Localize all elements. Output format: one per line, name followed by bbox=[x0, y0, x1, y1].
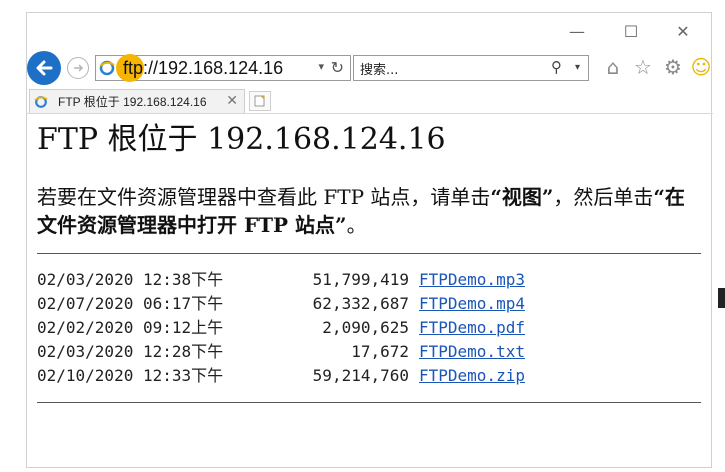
tab-label: FTP 根位于 192.168.124.16 bbox=[58, 95, 207, 109]
maximize-icon: ☐ bbox=[623, 21, 639, 41]
instr-text-1: 若要在文件资源管理器中查看此 FTP 站点，请单击 bbox=[37, 185, 491, 209]
chevron-down-icon[interactable]: ▾ bbox=[318, 60, 324, 73]
instr-bold-view: “视图” bbox=[490, 185, 554, 209]
file-size: 59,214,760 bbox=[312, 366, 409, 385]
instructions-text: 若要在文件资源管理器中查看此 FTP 站点，请单击“视图”，然后单击“在文件资源… bbox=[37, 183, 701, 239]
divider-top bbox=[37, 253, 701, 254]
forward-button[interactable] bbox=[67, 57, 89, 79]
file-date: 02/07/2020 06:17下午 bbox=[37, 294, 224, 313]
page-content: FTP 根位于 192.168.124.16 若要在文件资源管理器中查看此 FT… bbox=[37, 117, 701, 403]
back-button[interactable] bbox=[27, 51, 61, 85]
file-row: 02/07/2020 06:17下午 62,332,687 FTPDemo.mp… bbox=[37, 292, 701, 316]
search-placeholder: 搜索... bbox=[360, 62, 399, 78]
browser-window: — ☐ ✕ ftp://192.168.124.16 ▾ ↻ 搜索... ⚲ ▾… bbox=[26, 12, 713, 468]
file-size: 62,332,687 bbox=[312, 294, 409, 313]
file-row: 02/03/2020 12:28下午 17,672 FTPDemo.txt bbox=[37, 340, 701, 364]
new-tab-icon bbox=[254, 95, 265, 107]
file-date: 02/02/2020 09:12上午 bbox=[37, 318, 224, 337]
file-date: 02/03/2020 12:28下午 bbox=[37, 342, 224, 361]
file-link[interactable]: FTPDemo.mp4 bbox=[419, 294, 525, 313]
smiley-icon[interactable]: ☺ bbox=[687, 53, 715, 81]
close-button[interactable]: ✕ bbox=[663, 17, 703, 45]
file-size: 51,799,419 bbox=[312, 270, 409, 289]
ie-tab-icon bbox=[34, 95, 48, 108]
file-link[interactable]: FTPDemo.pdf bbox=[419, 318, 525, 337]
file-link[interactable]: FTPDemo.txt bbox=[419, 342, 525, 361]
file-link[interactable]: FTPDemo.mp3 bbox=[419, 270, 525, 289]
file-row: 02/03/2020 12:38下午 51,799,419 FTPDemo.mp… bbox=[37, 268, 701, 292]
star-icon[interactable]: ☆ bbox=[629, 53, 657, 81]
search-input[interactable]: 搜索... ⚲ ▾ bbox=[353, 55, 589, 81]
file-size: 2,090,625 bbox=[322, 318, 409, 337]
file-listing: 02/03/2020 12:38下午 51,799,419 FTPDemo.mp… bbox=[37, 268, 701, 388]
file-size: 17,672 bbox=[351, 342, 409, 361]
chevron-down-icon[interactable]: ▾ bbox=[575, 62, 580, 73]
instr-text-3: 。 bbox=[346, 213, 367, 237]
home-icon[interactable]: ⌂ bbox=[599, 53, 627, 81]
ie-page-icon bbox=[99, 60, 115, 76]
instr-text-2: ，然后单击 bbox=[553, 185, 654, 209]
file-date: 02/03/2020 12:38下午 bbox=[37, 270, 224, 289]
file-link[interactable]: FTPDemo.zip bbox=[419, 366, 525, 385]
tab-ftp-root[interactable]: FTP 根位于 192.168.124.16 ✕ bbox=[29, 89, 245, 113]
file-date: 02/10/2020 12:33下午 bbox=[37, 366, 224, 385]
refresh-icon[interactable]: ↻ bbox=[331, 58, 344, 77]
minimize-button[interactable]: — bbox=[557, 17, 597, 45]
address-bar[interactable]: ftp://192.168.124.16 ▾ ↻ bbox=[95, 54, 351, 82]
address-url: ftp://192.168.124.16 bbox=[123, 57, 284, 78]
arrow-left-icon bbox=[36, 60, 53, 76]
tab-strip: FTP 根位于 192.168.124.16 ✕ bbox=[27, 89, 713, 114]
edge-fragment bbox=[718, 288, 725, 308]
divider-bottom bbox=[37, 402, 701, 403]
file-row: 02/02/2020 09:12上午 2,090,625 FTPDemo.pdf bbox=[37, 316, 701, 340]
page-title: FTP 根位于 192.168.124.16 bbox=[37, 122, 446, 157]
search-icon[interactable]: ⚲ bbox=[551, 58, 562, 76]
file-row: 02/10/2020 12:33下午 59,214,760 FTPDemo.zi… bbox=[37, 364, 701, 388]
navigation-bar: ftp://192.168.124.16 ▾ ↻ 搜索... ⚲ ▾ ⌂ ☆ ⚙… bbox=[27, 51, 713, 85]
new-tab-button[interactable] bbox=[249, 91, 271, 111]
close-icon: ✕ bbox=[676, 21, 690, 41]
arrow-right-icon bbox=[74, 64, 84, 72]
minimize-icon: — bbox=[569, 21, 585, 41]
tab-close-icon[interactable]: ✕ bbox=[226, 93, 238, 109]
gear-icon[interactable]: ⚙ bbox=[659, 53, 687, 81]
maximize-button[interactable]: ☐ bbox=[611, 17, 651, 45]
